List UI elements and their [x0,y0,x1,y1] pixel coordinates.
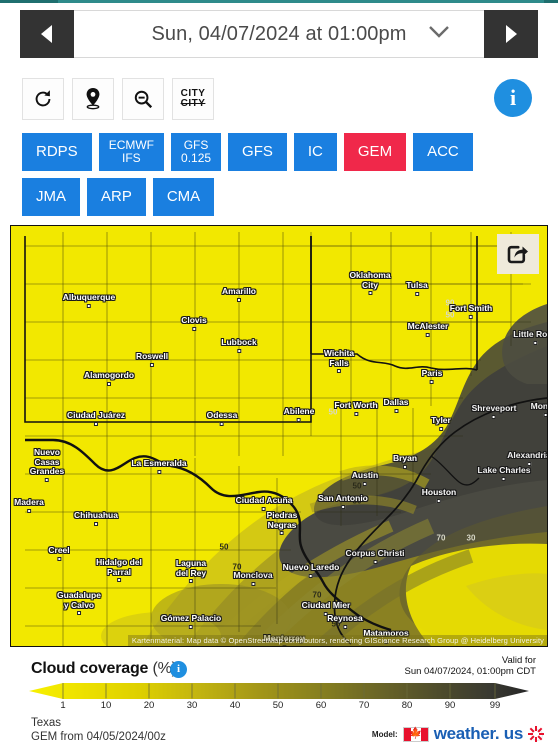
legend-tick: 30 [187,700,198,711]
right-triangle-icon [502,23,520,45]
date-value: Sun, 04/07/2024 at 01:00pm [151,23,406,46]
magnifier-minus-icon [132,88,154,110]
legend-info-button[interactable]: i [170,661,187,678]
info-icon: i [177,664,180,675]
toggle-city-labels-button[interactable]: CITY CITY [172,78,214,120]
model-button-ic[interactable]: IC [294,133,337,171]
model-button-jma[interactable]: JMA [22,178,80,216]
brand-block: Model: 🍁 weather. us [372,724,544,744]
date-select[interactable]: Sun, 04/07/2024 at 01:00pm [74,10,484,58]
location-button[interactable] [72,78,114,120]
model-label: IC [308,144,323,160]
legend-title: Cloud coverage (%) [31,660,177,678]
legend-tick: 20 [144,700,155,711]
top-accent-strip [0,0,558,3]
info-button[interactable]: i [494,79,532,117]
map-tool-row: CITY CITY i [22,78,536,122]
legend-tick: 40 [230,700,241,711]
model-sublabel: 0.125 [181,152,211,165]
legend-panel: Cloud coverage (%) i Valid for Sun 04/07… [0,652,558,750]
left-triangle-icon [38,23,56,45]
map-canvas: 50 50 70 30 70 50 50 90 50 50 70 [11,226,547,646]
model-label: RDPS [36,144,78,160]
model-button-cma[interactable]: CMA [153,178,214,216]
info-icon: i [510,87,516,109]
refresh-button[interactable] [22,78,64,120]
model-run-label: GEM from 04/05/2024/00z [31,730,166,744]
model-label: GFS [242,144,273,160]
legend-tick: 10 [101,700,112,711]
next-timestep-button[interactable] [484,10,538,58]
sun-icon [528,726,544,742]
valid-for-value: Sun 04/07/2024, 01:00pm CDT [404,666,536,677]
legend-tick: 60 [316,700,327,711]
cloud-coverage-raster [11,226,547,646]
map-attribution: Kartenmaterial: Map data © OpenStreetMap… [128,635,547,646]
model-label: JMA [36,189,66,205]
model-button-arp[interactable]: ARP [87,178,146,216]
legend-tick: 70 [359,700,370,711]
canada-flag-icon: 🍁 [403,727,429,742]
weather-map-page: Sun, 04/07/2024 at 01:00pm [0,0,558,750]
model-sublabel: IFS [122,152,141,165]
valid-for-label: Valid for [404,655,536,666]
model-button-acc[interactable]: ACC [413,133,473,171]
weather-us-logo: weather. us [434,724,523,744]
refresh-icon [32,88,54,110]
legend-gradient [29,682,529,700]
legend-tick-labels: 1 10 20 30 40 50 60 70 80 90 99 [29,700,529,714]
legend-tick: 90 [445,700,456,711]
previous-timestep-button[interactable] [20,10,74,58]
legend-valid-time: Valid for Sun 04/07/2024, 01:00pm CDT [404,655,536,677]
legend-footer: Texas GEM from 04/05/2024/00z [31,716,166,744]
legend-title-text: Cloud coverage [31,660,148,677]
share-icon [506,242,530,266]
model-button-gem[interactable]: GEM [344,133,406,171]
share-button[interactable] [497,234,539,274]
legend-tick: 1 [60,700,65,711]
legend-tick: 99 [490,700,501,711]
city-toggle-icon: CITY CITY [181,89,206,109]
model-row-1: RDPS ECMWF IFS GFS 0.125 GFS IC GEM ACC [22,133,538,171]
model-label: ARP [101,189,132,205]
model-button-gfs[interactable]: GFS [228,133,287,171]
zoom-out-button[interactable] [122,78,164,120]
model-label: GEM [358,144,392,160]
location-pin-icon [82,87,104,111]
model-row-2: JMA ARP CMA [22,178,538,216]
city-label-off: CITY [181,99,206,109]
legend-color-bar [29,682,529,700]
date-navigation-bar: Sun, 04/07/2024 at 01:00pm [20,10,538,58]
model-button-ecmwf-ifs[interactable]: ECMWF IFS [99,133,164,171]
model-label: CMA [167,189,200,205]
region-label: Texas [31,716,166,730]
model-button-gfs-0125[interactable]: GFS 0.125 [171,133,221,171]
model-button-rdps[interactable]: RDPS [22,133,92,171]
legend-tick: 80 [402,700,413,711]
model-prefix-label: Model: [372,730,398,739]
weather-map[interactable]: 50 50 70 30 70 50 50 90 50 50 70 Albuque… [10,225,548,647]
chevron-down-icon [428,25,450,43]
model-selector: RDPS ECMWF IFS GFS 0.125 GFS IC GEM ACC [22,133,538,223]
model-label: ACC [427,144,459,160]
legend-tick: 50 [273,700,284,711]
